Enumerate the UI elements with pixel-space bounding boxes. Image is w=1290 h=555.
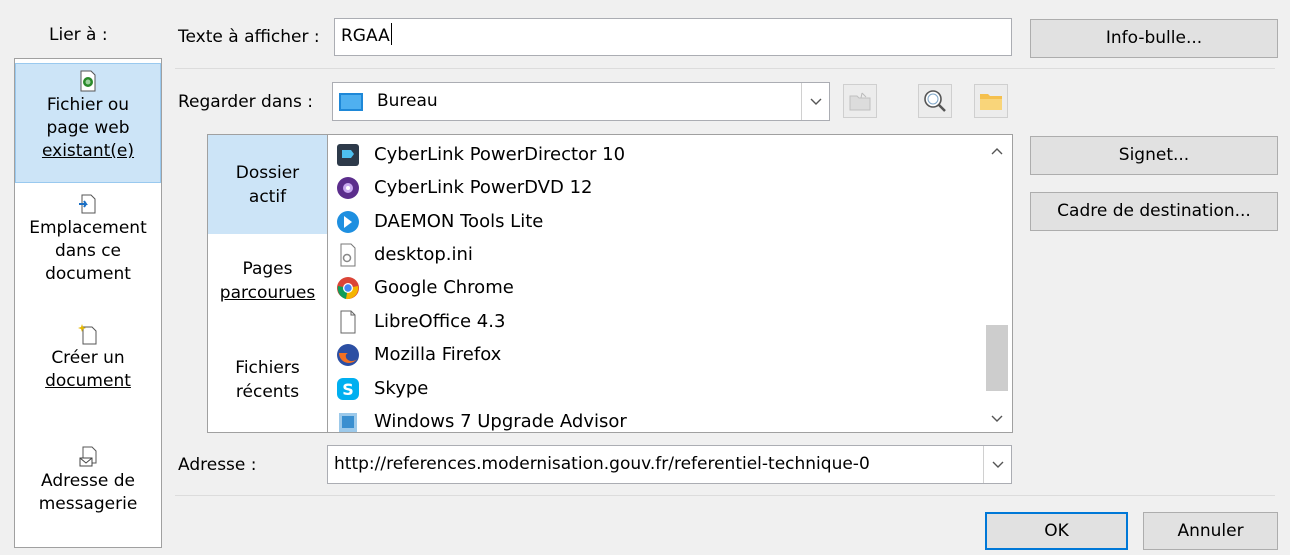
desktop-folder-icon bbox=[339, 93, 363, 111]
new-document-icon bbox=[78, 324, 97, 345]
up-folder-button[interactable] bbox=[843, 84, 877, 118]
scrollbar-thumb[interactable] bbox=[986, 325, 1008, 391]
file-name: DAEMON Tools Lite bbox=[374, 211, 544, 232]
link-type-existing-file[interactable]: Fichier ou page web existant(e) bbox=[15, 63, 161, 183]
browse-navigation: Dossier actif Pages parcourues Fichiers … bbox=[207, 134, 328, 433]
browse-web-icon bbox=[924, 90, 946, 112]
chevron-down-icon bbox=[992, 461, 1003, 468]
bookmark-button[interactable]: Signet... bbox=[1030, 136, 1278, 175]
link-type-panel: Fichier ou page web existant(e) Emplacem… bbox=[14, 58, 162, 548]
nav-item-label: actif bbox=[248, 187, 287, 207]
list-item[interactable]: S Skype bbox=[336, 372, 428, 405]
list-item[interactable]: DAEMON Tools Lite bbox=[336, 205, 543, 238]
nav-item-label: Pages bbox=[242, 259, 293, 279]
chevron-down-icon bbox=[810, 98, 821, 105]
powerdirector-icon bbox=[337, 143, 359, 166]
link-type-label: Emplacement bbox=[29, 218, 147, 238]
nav-current-folder[interactable]: Dossier actif bbox=[208, 135, 327, 234]
address-label: Adresse : bbox=[178, 455, 257, 475]
look-in-dropdown[interactable]: Bureau bbox=[332, 82, 830, 121]
link-type-label: existant(e) bbox=[41, 141, 135, 161]
dropdown-arrow[interactable] bbox=[983, 446, 1011, 483]
nav-browsed-pages[interactable]: Pages parcourues bbox=[208, 257, 327, 317]
libreoffice-icon bbox=[340, 310, 356, 333]
browse-web-button[interactable] bbox=[918, 84, 952, 118]
display-text-input[interactable]: RGAA bbox=[334, 18, 1012, 56]
tooltip-button[interactable]: Info-bulle... bbox=[1030, 19, 1278, 58]
address-input[interactable]: http://references.modernisation.gouv.fr/… bbox=[327, 445, 1012, 484]
windows-upgrade-icon bbox=[339, 412, 357, 432]
file-name: desktop.ini bbox=[374, 244, 473, 265]
list-item[interactable]: LibreOffice 4.3 bbox=[336, 305, 505, 338]
file-name: Google Chrome bbox=[374, 277, 514, 298]
file-name: CyberLink PowerDVD 12 bbox=[374, 177, 593, 198]
scroll-down-icon[interactable] bbox=[990, 411, 1004, 425]
divider bbox=[175, 495, 1275, 496]
file-list: CyberLink PowerDirector 10 CyberLink Pow… bbox=[327, 134, 1013, 433]
display-text-label: Texte à afficher : bbox=[178, 27, 320, 47]
daemon-tools-icon bbox=[337, 210, 359, 233]
link-type-place-in-document[interactable]: Emplacement dans ce document bbox=[15, 189, 161, 304]
skype-icon: S bbox=[337, 377, 359, 400]
list-item[interactable]: Google Chrome bbox=[336, 271, 514, 304]
link-type-label: Créer un bbox=[51, 348, 125, 368]
folder-open-icon bbox=[980, 94, 1002, 110]
file-name: CyberLink PowerDirector 10 bbox=[374, 144, 626, 165]
chrome-icon bbox=[337, 276, 359, 299]
link-type-label: page web bbox=[46, 118, 130, 138]
nav-item-label: Fichiers bbox=[235, 358, 300, 378]
link-type-email[interactable]: Adresse de messagerie bbox=[15, 444, 161, 544]
vertical-scrollbar[interactable] bbox=[982, 135, 1012, 432]
address-value: http://references.modernisation.gouv.fr/… bbox=[334, 454, 870, 474]
link-type-label: Fichier ou bbox=[46, 95, 130, 115]
list-item[interactable]: CyberLink PowerDVD 12 bbox=[336, 171, 592, 204]
link-type-label: document bbox=[45, 264, 131, 284]
firefox-icon bbox=[337, 343, 359, 366]
list-item[interactable]: desktop.ini bbox=[336, 238, 473, 271]
cancel-button[interactable]: Annuler bbox=[1143, 512, 1278, 550]
nav-item-label: Dossier bbox=[235, 163, 300, 183]
nav-item-label: parcourues bbox=[219, 283, 316, 303]
dropdown-arrow[interactable] bbox=[801, 83, 829, 120]
text-caret bbox=[390, 23, 392, 45]
browse-file-button[interactable] bbox=[974, 84, 1008, 118]
nav-recent-files[interactable]: Fichiers récents bbox=[208, 356, 327, 416]
target-frame-button[interactable]: Cadre de destination... bbox=[1030, 192, 1278, 231]
list-item[interactable]: Windows 7 Upgrade Advisor bbox=[336, 405, 627, 432]
web-page-file-icon bbox=[80, 70, 96, 92]
scroll-up-icon[interactable] bbox=[990, 145, 1004, 159]
divider bbox=[175, 68, 1275, 69]
email-address-icon bbox=[79, 446, 97, 467]
link-type-label: Adresse de bbox=[40, 471, 136, 491]
powerdvd-icon bbox=[337, 176, 359, 199]
link-type-label: document bbox=[45, 371, 131, 391]
up-one-level-icon bbox=[849, 92, 871, 111]
link-type-label: dans ce bbox=[54, 241, 122, 261]
display-text-value: RGAA bbox=[341, 26, 390, 46]
svg-text:S: S bbox=[342, 380, 354, 399]
ok-button[interactable]: OK bbox=[985, 512, 1128, 550]
link-type-label: messagerie bbox=[38, 494, 138, 514]
list-item[interactable]: CyberLink PowerDirector 10 bbox=[336, 138, 625, 171]
file-name: Windows 7 Upgrade Advisor bbox=[374, 411, 627, 432]
link-type-new-document[interactable]: Créer un document bbox=[15, 321, 161, 421]
list-item[interactable]: Mozilla Firefox bbox=[336, 338, 501, 371]
link-to-label: Lier à : bbox=[49, 25, 108, 45]
file-name: Mozilla Firefox bbox=[374, 344, 502, 365]
file-name: Skype bbox=[374, 378, 429, 399]
look-in-value: Bureau bbox=[377, 91, 438, 111]
file-name: LibreOffice 4.3 bbox=[374, 311, 506, 332]
ini-file-icon bbox=[340, 243, 356, 266]
document-place-icon bbox=[79, 194, 96, 214]
nav-item-label: récents bbox=[235, 382, 300, 402]
look-in-label: Regarder dans : bbox=[178, 92, 314, 112]
